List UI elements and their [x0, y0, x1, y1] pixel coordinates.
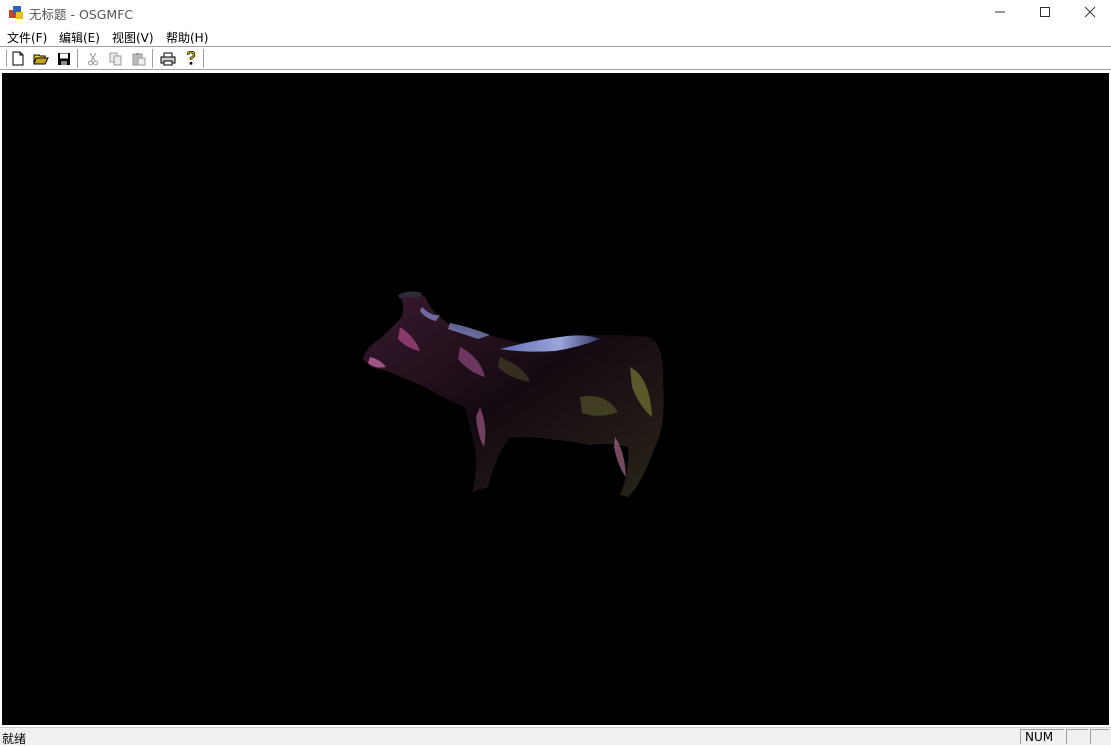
- help-icon: [186, 51, 196, 65]
- toolbar-grip[interactable]: [3, 50, 7, 67]
- window-title: 无标题 - OSGMFC: [29, 7, 134, 22]
- toolbar-separator: [77, 49, 81, 68]
- new-button[interactable]: [9, 50, 27, 67]
- menu-bar: 文件(F) 编辑(E) 视图(V) 帮助(H): [0, 26, 1111, 46]
- menu-file[interactable]: 文件(F): [7, 29, 47, 46]
- save-button[interactable]: [55, 50, 73, 67]
- menu-view[interactable]: 视图(V): [112, 29, 154, 46]
- status-pane-num: NUM: [1020, 729, 1064, 744]
- menu-help[interactable]: 帮助(H): [166, 29, 208, 46]
- cut-button[interactable]: [84, 50, 102, 67]
- help-button[interactable]: [182, 50, 200, 67]
- toolbar-separator: [203, 49, 207, 68]
- open-folder-icon: [33, 54, 49, 64]
- new-file-icon: [12, 51, 24, 66]
- minimize-button[interactable]: [977, 0, 1023, 24]
- paste-icon: [132, 52, 146, 65]
- close-button[interactable]: [1067, 0, 1111, 24]
- app-icon: [9, 6, 23, 19]
- close-icon: [1084, 6, 1096, 18]
- status-pane-resize-grip[interactable]: [1090, 729, 1109, 744]
- print-button[interactable]: [159, 50, 177, 67]
- paste-button[interactable]: [130, 50, 148, 67]
- maximize-icon: [1040, 7, 1050, 17]
- toolbar-separator: [152, 49, 156, 68]
- cut-icon: [88, 52, 98, 65]
- cow-model[interactable]: [360, 287, 670, 502]
- status-pane-scroll: [1066, 729, 1088, 744]
- menu-edit[interactable]: 编辑(E): [59, 29, 100, 46]
- save-icon: [58, 52, 70, 65]
- open-button[interactable]: [32, 50, 50, 67]
- toolbar: [0, 46, 1111, 70]
- status-bar: 就绪 NUM: [0, 727, 1111, 746]
- status-text: 就绪: [2, 732, 27, 746]
- copy-button[interactable]: [107, 50, 125, 67]
- maximize-button[interactable]: [1022, 0, 1068, 24]
- osg-viewport[interactable]: [2, 73, 1109, 725]
- title-bar: 无标题 - OSGMFC: [0, 0, 1111, 24]
- print-icon: [160, 52, 176, 65]
- copy-icon: [109, 52, 122, 65]
- minimize-icon: [995, 11, 1005, 13]
